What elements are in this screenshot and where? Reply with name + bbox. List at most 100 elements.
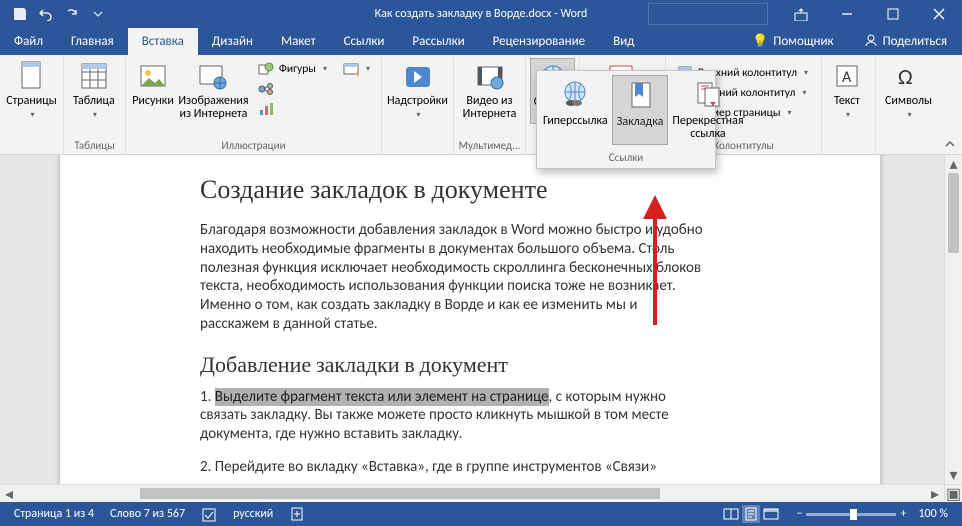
status-page[interactable]: Страница 1 из 4 xyxy=(6,507,102,521)
ribbon-tabs: Файл Главная Вставка Дизайн Макет Ссылки… xyxy=(0,28,962,55)
flyout-group-label: Ссылки xyxy=(537,147,715,168)
vertical-scrollbar[interactable]: ▴ ▾ ▣ xyxy=(944,155,962,502)
view-readmode-icon[interactable] xyxy=(722,505,740,523)
account-placeholder[interactable] xyxy=(648,3,768,25)
online-pictures-button[interactable]: Изображенияиз Интернета xyxy=(178,58,249,123)
text-button[interactable]: A Текст ▾ xyxy=(826,58,868,122)
shapes-label: Фигуры xyxy=(279,62,316,76)
pages-icon xyxy=(16,60,48,92)
chevron-down-icon: ▾ xyxy=(788,108,792,118)
tab-mailings[interactable]: Рассылки xyxy=(398,28,478,55)
scroll-left-icon[interactable]: ◂ xyxy=(0,485,18,502)
redo-icon[interactable] xyxy=(60,2,84,26)
share-button[interactable]: Поделиться xyxy=(849,28,962,55)
group-illustrations-label: Иллюстрации xyxy=(130,137,377,152)
zoom-slider[interactable] xyxy=(806,513,896,516)
tab-home[interactable]: Главная xyxy=(57,28,128,55)
svg-text:A: A xyxy=(842,68,852,87)
tell-me-label: Помощник xyxy=(773,34,833,49)
screenshot-button[interactable]: ▾ xyxy=(340,60,373,78)
crossref-label: Перекрестнаяссылка xyxy=(672,115,743,141)
chevron-down-icon: ▾ xyxy=(416,111,420,120)
smartart-button[interactable] xyxy=(255,80,330,98)
pictures-icon xyxy=(137,60,169,92)
horizontal-scrollbar[interactable]: ◂ ▸ xyxy=(0,484,944,502)
document-area: Создание закладок в документе Благодаря … xyxy=(0,155,962,502)
view-weblayout-icon[interactable] xyxy=(762,505,780,523)
zoom-control[interactable]: − + 100 % xyxy=(788,507,956,521)
scroll-thumb[interactable] xyxy=(140,488,660,499)
status-proofing[interactable] xyxy=(193,506,225,522)
chart-button[interactable] xyxy=(255,100,330,118)
tell-me[interactable]: 💡 Помощник xyxy=(737,28,849,55)
chevron-down-icon: ▾ xyxy=(804,68,808,78)
online-pictures-icon xyxy=(197,60,229,92)
chevron-down-icon: ▾ xyxy=(802,88,806,98)
tab-review[interactable]: Рецензирование xyxy=(479,28,599,55)
qat-customize-icon[interactable] xyxy=(86,2,110,26)
collapse-ribbon-icon[interactable] xyxy=(942,136,958,152)
view-printlayout-icon[interactable] xyxy=(742,505,760,523)
chart-icon xyxy=(258,101,274,117)
doc-heading-2: Добавление закладки в документ xyxy=(200,352,710,378)
svg-text:Ω: Ω xyxy=(898,63,913,90)
bookmark-label: Закладка xyxy=(617,116,664,129)
online-pictures-label: Изображенияиз Интернета xyxy=(178,95,248,121)
scroll-thumb[interactable] xyxy=(948,173,959,253)
doc-list-item-1: 1. Выделите фрагмент текста или элемент … xyxy=(200,388,710,444)
ribbon: Страницы ▾ Таблица ▾ Таблицы Рисунки Изо… xyxy=(0,55,962,155)
status-trackchanges[interactable] xyxy=(281,506,313,522)
tab-design[interactable]: Дизайн xyxy=(198,28,267,55)
scroll-down-icon[interactable]: ▾ xyxy=(945,466,962,484)
chevron-down-icon: ▾ xyxy=(846,111,850,120)
tab-layout[interactable]: Макет xyxy=(267,28,330,55)
tab-view[interactable]: Вид xyxy=(599,28,648,55)
chevron-down-icon: ▾ xyxy=(907,111,911,120)
window-title: Как создать закладку в Ворде.docx - Word xyxy=(375,7,588,21)
group-media-label: Мультимед... xyxy=(458,137,521,152)
symbols-button[interactable]: Ω Символы ▾ xyxy=(880,58,937,122)
save-icon[interactable] xyxy=(8,2,32,26)
share-icon xyxy=(864,33,878,51)
group-tables-label: Таблицы xyxy=(68,137,121,152)
zoom-in-icon[interactable]: + xyxy=(900,507,906,521)
hyperlink-button[interactable]: Гиперссылка xyxy=(539,75,612,145)
doc-heading-1: Создание закладок в документе xyxy=(200,175,710,205)
table-icon xyxy=(78,60,110,92)
document-page[interactable]: Создание закладок в документе Благодаря … xyxy=(60,155,880,502)
ribbon-options-icon[interactable] xyxy=(778,0,824,28)
minimize-icon[interactable] xyxy=(824,0,870,28)
tab-file[interactable]: Файл xyxy=(0,28,57,55)
crossref-button[interactable]: Перекрестнаяссылка xyxy=(668,75,747,145)
textbox-icon: A xyxy=(831,60,863,92)
addins-button[interactable]: Надстройки ▾ xyxy=(386,58,449,122)
zoom-out-icon[interactable]: − xyxy=(796,507,802,521)
doc-text-selection[interactable]: Выделите фрагмент текста или элемент на … xyxy=(215,388,549,406)
zoom-value[interactable]: 100 % xyxy=(918,507,948,521)
maximize-icon[interactable] xyxy=(870,0,916,28)
status-language[interactable]: русский xyxy=(225,507,281,521)
table-button[interactable]: Таблица ▾ xyxy=(68,58,120,122)
pages-button[interactable]: Страницы ▾ xyxy=(4,58,59,122)
status-words[interactable]: Слово 7 из 567 xyxy=(102,507,193,521)
chevron-down-icon: ▾ xyxy=(30,111,34,120)
symbols-label: Символы xyxy=(885,95,932,108)
group-symbols-label xyxy=(880,137,938,152)
online-video-button[interactable]: Видео изИнтернета xyxy=(458,58,521,123)
shapes-button[interactable]: Фигуры▾ xyxy=(255,60,330,78)
undo-icon[interactable] xyxy=(34,2,58,26)
pages-label: Страницы xyxy=(6,95,57,108)
pictures-button[interactable]: Рисунки xyxy=(130,58,176,110)
close-icon[interactable] xyxy=(916,0,962,28)
tab-references[interactable]: Ссылки xyxy=(330,28,399,55)
links-flyout: Гиперссылка Закладка Перекрестнаяссылка … xyxy=(536,70,716,169)
scroll-right-icon[interactable]: ▸ xyxy=(926,485,944,502)
scroll-up-icon[interactable]: ▴ xyxy=(945,155,962,173)
scroll-switch-icon[interactable]: ▣ xyxy=(945,484,962,502)
chevron-down-icon: ▾ xyxy=(366,64,370,74)
addins-icon xyxy=(402,60,434,92)
bookmark-button[interactable]: Закладка xyxy=(612,75,669,145)
tab-insert[interactable]: Вставка xyxy=(128,28,198,55)
table-label: Таблица xyxy=(73,95,115,108)
shapes-icon xyxy=(258,61,274,77)
